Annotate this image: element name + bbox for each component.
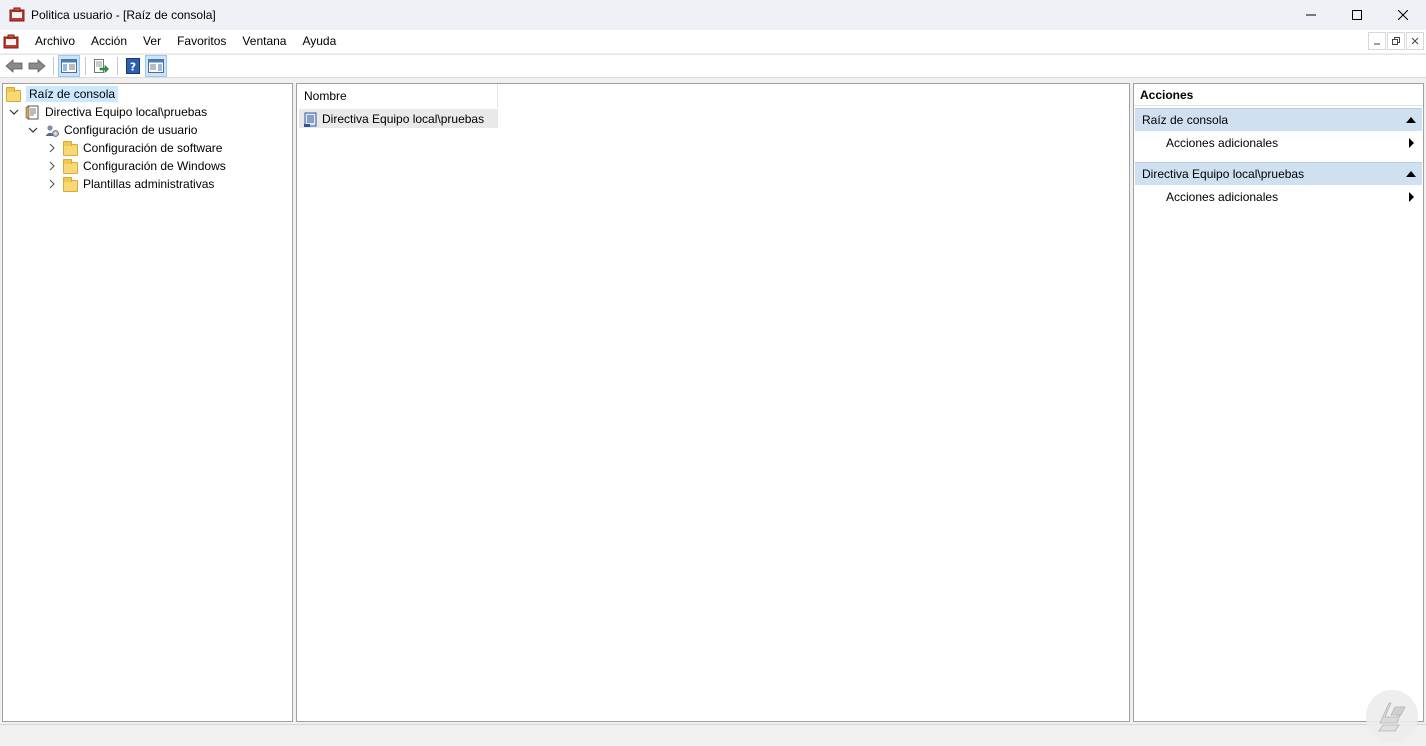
policy-snapin-icon: [303, 112, 319, 127]
back-button[interactable]: [3, 55, 25, 77]
export-list-icon: [94, 59, 109, 74]
tree-item-windows-settings[interactable]: Configuración de Windows: [47, 157, 226, 175]
chevron-down-icon[interactable]: [28, 125, 38, 135]
tree-item-label: Configuración de software: [83, 141, 223, 155]
action-more-actions[interactable]: Acciones adicionales: [1135, 186, 1422, 208]
tree-item-label: Configuración de Windows: [83, 159, 226, 173]
svg-text:?: ?: [130, 61, 136, 74]
tree-item-label: Raíz de consola: [26, 86, 119, 102]
tree-item-software-settings[interactable]: Configuración de software: [47, 139, 222, 157]
submenu-arrow-icon: [1409, 138, 1414, 148]
folder-icon: [6, 87, 22, 102]
list-item-label: Directiva Equipo local\pruebas: [322, 111, 485, 126]
help-icon: ?: [126, 58, 140, 74]
policy-document-icon: [25, 105, 41, 120]
actions-pane: Acciones Raíz de consola Acciones adicio…: [1133, 83, 1424, 722]
show-hide-tree-button[interactable]: [58, 55, 80, 77]
show-hide-action-pane-icon: [148, 59, 164, 73]
mmc-console-icon[interactable]: [3, 34, 19, 50]
user-config-icon: [44, 123, 60, 137]
help-button[interactable]: ?: [122, 55, 144, 77]
menu-bar: Archivo Acción Ver Favoritos Ventana Ayu…: [0, 30, 1426, 53]
close-button[interactable]: [1380, 0, 1426, 30]
tree-item-user-config[interactable]: Configuración de usuario: [28, 121, 197, 139]
toolbar-separator: [117, 57, 118, 75]
list-item[interactable]: Directiva Equipo local\pruebas: [299, 109, 498, 128]
chevron-right-icon[interactable]: [47, 161, 57, 171]
menu-accion[interactable]: Acción: [83, 30, 135, 53]
tree-item-label: Configuración de usuario: [64, 123, 198, 137]
column-header-label: Nombre: [304, 89, 347, 103]
action-group-title: Raíz de consola: [1142, 113, 1229, 127]
menu-archivo[interactable]: Archivo: [27, 30, 83, 53]
title-bar[interactable]: Politica usuario - [Raíz de consola]: [0, 0, 1426, 30]
chevron-right-icon[interactable]: [47, 179, 57, 189]
action-more-actions[interactable]: Acciones adicionales: [1135, 132, 1422, 154]
mmc-console-icon: [9, 7, 25, 23]
status-bar: [0, 724, 1426, 746]
back-arrow-icon: [5, 59, 23, 73]
tree-item-console-root[interactable]: Raíz de consola: [6, 85, 119, 103]
action-group-console-root[interactable]: Raíz de consola: [1135, 108, 1422, 131]
menu-favoritos[interactable]: Favoritos: [169, 30, 234, 53]
menu-ver[interactable]: Ver: [135, 30, 169, 53]
tree-item-admin-templates[interactable]: Plantillas administrativas: [47, 175, 214, 193]
tree-item-policy[interactable]: Directiva Equipo local\pruebas: [9, 103, 207, 121]
folder-icon: [63, 159, 79, 174]
minimize-button[interactable]: [1288, 0, 1334, 30]
show-hide-console-tree-icon: [61, 59, 77, 73]
toolbar-separator: [53, 57, 54, 75]
child-minimize-button[interactable]: [1368, 32, 1386, 50]
forward-arrow-icon: [28, 59, 46, 73]
tree-item-label: Plantillas administrativas: [83, 177, 215, 191]
chevron-right-icon[interactable]: [47, 143, 57, 153]
child-close-button[interactable]: [1406, 32, 1424, 50]
menu-ayuda[interactable]: Ayuda: [294, 30, 344, 53]
collapse-up-icon[interactable]: [1406, 117, 1416, 123]
export-list-button[interactable]: [90, 55, 112, 77]
toolbar-separator: [85, 57, 86, 75]
maximize-button[interactable]: [1334, 0, 1380, 30]
column-header-nombre[interactable]: Nombre: [297, 84, 498, 108]
tree-item-label: Directiva Equipo local\pruebas: [45, 105, 208, 119]
child-restore-button[interactable]: [1387, 32, 1405, 50]
forward-button[interactable]: [26, 55, 48, 77]
folder-icon: [63, 177, 79, 192]
folder-icon: [63, 141, 79, 156]
toolbar: ?: [0, 54, 1426, 78]
action-group-policy[interactable]: Directiva Equipo local\pruebas: [1135, 162, 1422, 185]
actions-header: Acciones: [1134, 84, 1423, 106]
collapse-up-icon[interactable]: [1406, 171, 1416, 177]
action-group-title: Directiva Equipo local\pruebas: [1142, 167, 1305, 181]
action-item-label: Acciones adicionales: [1166, 136, 1279, 150]
chevron-down-icon[interactable]: [9, 107, 19, 117]
menu-ventana[interactable]: Ventana: [234, 30, 294, 53]
window-title: Politica usuario - [Raíz de consola]: [31, 8, 216, 22]
action-item-label: Acciones adicionales: [1166, 190, 1279, 204]
results-pane[interactable]: Nombre Directiva Equipo local\pruebas: [296, 83, 1130, 722]
submenu-arrow-icon: [1409, 192, 1414, 202]
show-hide-action-pane-button[interactable]: [145, 55, 167, 77]
console-tree-pane[interactable]: Raíz de consola Directiva Equipo local\p…: [2, 83, 293, 722]
watermark-logo: [1366, 690, 1418, 742]
